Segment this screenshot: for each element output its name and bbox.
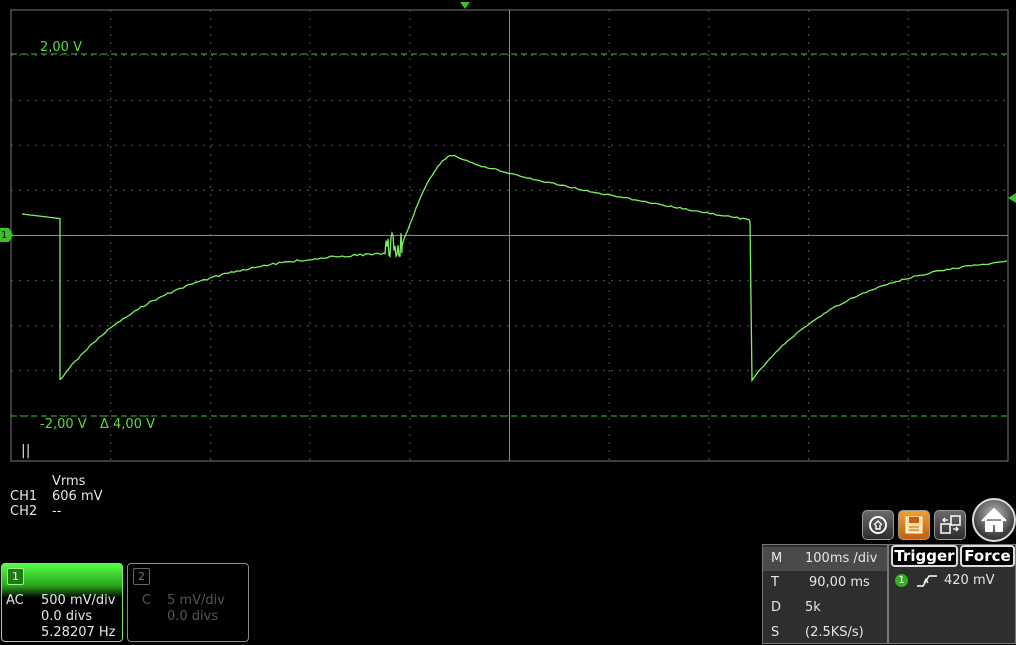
graticule-lines — [11, 10, 1008, 461]
upper-cursor-label: 2,00 V — [40, 40, 82, 55]
trigger-settings[interactable]: 1 420 mV — [895, 573, 995, 588]
timebase-label: D — [771, 596, 781, 620]
timebase-row-d[interactable]: D 5k — [763, 596, 887, 620]
window-swap-button[interactable] — [934, 510, 966, 540]
measurement-value: 606 mV — [52, 489, 103, 504]
ch1-marker-label: 1 — [1, 228, 7, 243]
measurement-channel: CH2 — [10, 504, 52, 519]
channel-1-number: 1 — [7, 568, 24, 585]
timebase-label: T — [771, 571, 779, 595]
save-button[interactable] — [898, 510, 930, 540]
measurement-header: Vrms — [52, 474, 85, 489]
trigger-level-marker[interactable] — [1008, 193, 1016, 203]
trigger-panel: Trigger Force 1 420 mV — [888, 544, 1016, 644]
scope-display[interactable]: 1 2,00 V -2,00 V Δ 4,00 V || — [0, 0, 1016, 470]
timebase-value: 5k — [805, 596, 821, 620]
run-state-indicator: || — [21, 444, 30, 459]
graticule — [0, 0, 1016, 470]
history-icon — [863, 511, 893, 539]
trigger-channel-badge: 1 — [895, 574, 908, 587]
trigger-level: 420 mV — [944, 573, 995, 588]
history-button[interactable] — [862, 510, 894, 540]
ch1-waveform — [22, 156, 1007, 381]
home-icon — [974, 500, 1014, 540]
trigger-button[interactable]: Trigger — [891, 545, 958, 567]
timebase-value: 90,00 ms — [809, 571, 870, 595]
channel-2-scale: 5 mV/div — [167, 593, 225, 609]
window-swap-icon — [935, 511, 965, 539]
save-icon — [899, 511, 929, 539]
timebase-row-s[interactable]: S (2.5KS/s) — [763, 621, 887, 645]
force-button[interactable]: Force — [960, 545, 1015, 567]
measurement-value: -- — [52, 504, 61, 519]
lower-cursor-label: -2,00 V — [40, 417, 87, 432]
toolbar — [860, 498, 1016, 544]
timebase-row-t[interactable]: T 90,00 ms — [763, 571, 887, 595]
measurement-channel: CH1 — [10, 489, 52, 504]
timebase-value: 100ms /div — [805, 547, 877, 571]
measurement-panel: Vrms CH1 606 mV CH2 -- — [10, 474, 103, 519]
timebase-label: M — [771, 547, 782, 571]
delta-label: Δ 4,00 V — [100, 417, 155, 432]
channel-1-coupling: AC — [6, 593, 41, 609]
timebase-label: S — [771, 621, 779, 645]
channel-2-number: 2 — [133, 568, 150, 585]
measurement-row: CH1 606 mV — [10, 489, 103, 504]
rising-edge-icon — [916, 574, 938, 588]
trigger-position-marker[interactable] — [460, 2, 470, 9]
channel-1-frequency: 5.28207 Hz — [41, 625, 116, 641]
measurement-row: CH2 -- — [10, 504, 103, 519]
channel-1-offset: 0.0 divs — [41, 609, 92, 625]
timebase-row-m[interactable]: M 100ms /div — [763, 547, 887, 571]
home-button[interactable] — [972, 498, 1016, 542]
channel-1-scale: 500 mV/div — [41, 593, 115, 609]
channel-2-offset: 0.0 divs — [167, 609, 218, 625]
channel-1-box[interactable]: 1 AC 500 mV/div 0.0 divs 5.28207 Hz — [1, 563, 123, 642]
timebase-panel[interactable]: M 100ms /div T 90,00 ms D 5k S (2.5KS/s) — [762, 544, 888, 644]
channel-2-box[interactable]: 2 C5 mV/div 0.0 divs — [127, 563, 249, 642]
timebase-value: (2.5KS/s) — [805, 621, 864, 645]
channel-2-coupling: C — [132, 593, 167, 609]
